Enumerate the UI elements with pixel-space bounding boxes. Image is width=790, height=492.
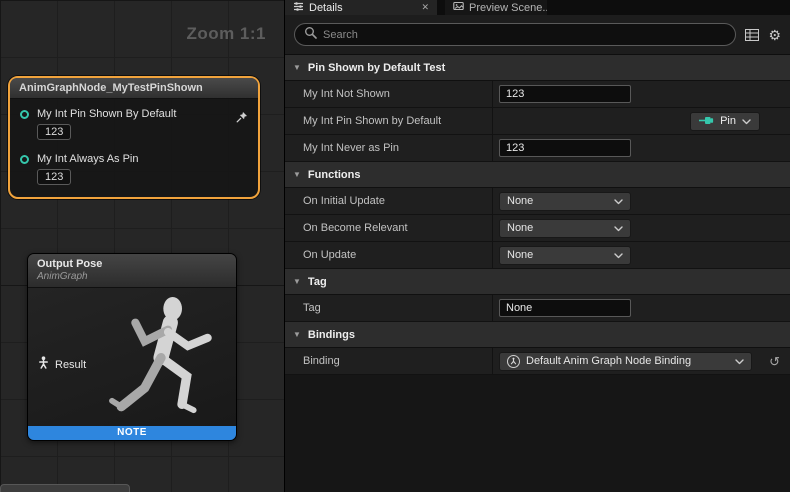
- node-subtitle: AnimGraph: [37, 271, 227, 282]
- view-options-grid-icon[interactable]: [745, 29, 759, 41]
- section-tag[interactable]: ▼ Tag: [285, 269, 790, 295]
- property-value-cell: None: [492, 242, 790, 268]
- tab-bar: Details ✕ Preview Scene...: [285, 0, 790, 15]
- gear-icon[interactable]: ⚙: [768, 28, 781, 42]
- pin-row: My Int Pin Shown By Default 123: [18, 108, 250, 140]
- node-header[interactable]: Output Pose AnimGraph: [28, 254, 236, 288]
- property-label: My Int Not Shown: [285, 88, 492, 100]
- property-value-cell: [492, 295, 790, 321]
- on-update-dropdown[interactable]: None: [499, 246, 631, 265]
- on-initial-update-dropdown[interactable]: None: [499, 192, 631, 211]
- property-label: My Int Never as Pin: [285, 142, 492, 154]
- result-pin-label: Result: [55, 359, 86, 371]
- chevron-down-icon: [735, 352, 744, 370]
- pin-icon: [699, 112, 714, 130]
- mannequin-figure-image: [97, 290, 232, 435]
- tab-details[interactable]: Details ✕: [285, 0, 437, 15]
- chevron-down-icon: ▼: [293, 277, 301, 286]
- property-value-cell: None: [492, 188, 790, 214]
- my-int-not-shown-input[interactable]: [499, 85, 631, 103]
- section-bindings[interactable]: ▼ Bindings: [285, 322, 790, 348]
- row-tag: Tag: [285, 295, 790, 322]
- row-my-int-pin-shown-by-default: My Int Pin Shown by Default Pin: [285, 108, 790, 135]
- pin-toggle-label: Pin: [720, 115, 736, 127]
- chevron-down-icon: [614, 192, 623, 210]
- row-my-int-not-shown: My Int Not Shown: [285, 81, 790, 108]
- chevron-down-icon: ▼: [293, 170, 301, 179]
- property-label: Binding: [285, 355, 492, 367]
- row-binding: Binding Default Anim Graph Node Binding: [285, 348, 790, 375]
- chevron-down-icon: ▼: [293, 330, 301, 339]
- zoom-level-label: Zoom 1:1: [186, 24, 266, 44]
- tab-preview-scene[interactable]: Preview Scene...: [445, 0, 547, 15]
- property-value-cell: Default Anim Graph Node Binding ↺: [492, 348, 790, 374]
- row-on-update: On Update None: [285, 242, 790, 269]
- chevron-down-icon: [742, 112, 751, 130]
- int-input-pin[interactable]: [20, 155, 29, 164]
- my-int-never-as-pin-input[interactable]: [499, 139, 631, 157]
- int-input-pin[interactable]: [20, 110, 29, 119]
- pin-row: My Int Always As Pin 123: [18, 153, 250, 185]
- row-on-become-relevant: On Become Relevant None: [285, 215, 790, 242]
- result-pin-row: Result: [38, 356, 86, 374]
- node-body: My Int Pin Shown By Default 123 My Int A…: [10, 99, 258, 197]
- unreal-editor-window: Zoom 1:1 AnimGraphNode_MyTestPinShown My…: [0, 0, 790, 492]
- property-label: On Become Relevant: [285, 222, 492, 234]
- property-value-cell: [492, 135, 790, 161]
- node-title[interactable]: AnimGraphNode_MyTestPinShown: [10, 78, 258, 99]
- chevron-down-icon: ▼: [293, 63, 301, 72]
- property-label: On Update: [285, 249, 492, 261]
- node-animgraphnode-mytestpinshown[interactable]: AnimGraphNode_MyTestPinShown My Int Pin …: [8, 76, 260, 199]
- tab-label: Details: [309, 2, 343, 14]
- binding-icon: [507, 355, 520, 368]
- pin-value-box[interactable]: 123: [37, 169, 71, 185]
- partial-node-offscreen[interactable]: [0, 484, 130, 492]
- binding-dropdown[interactable]: Default Anim Graph Node Binding: [499, 352, 752, 371]
- pin-toggle-dropdown[interactable]: Pin: [690, 112, 760, 131]
- animgraph-canvas[interactable]: Zoom 1:1 AnimGraphNode_MyTestPinShown My…: [0, 0, 285, 492]
- revert-binding-icon[interactable]: ↺: [769, 355, 780, 368]
- chevron-down-icon: [614, 246, 623, 264]
- pin-label: My Int Pin Shown By Default: [37, 108, 176, 120]
- pin-value-box[interactable]: 123: [37, 124, 71, 140]
- property-label: Tag: [285, 302, 492, 314]
- note-banner: NOTE: [28, 426, 236, 440]
- property-label: My Int Pin Shown by Default: [285, 115, 492, 127]
- property-value-cell: Pin: [492, 108, 790, 134]
- node-body: Result NOTE: [28, 288, 236, 440]
- close-icon[interactable]: ✕: [421, 3, 429, 12]
- property-list: ▼ Pin Shown by Default Test My Int Not S…: [285, 55, 790, 492]
- details-tab-icon: [293, 1, 304, 15]
- details-panel: Details ✕ Preview Scene...: [285, 0, 790, 492]
- property-value-cell: [492, 81, 790, 107]
- tab-label: Preview Scene...: [469, 2, 547, 14]
- chevron-down-icon: [614, 219, 623, 237]
- section-pin-shown-by-default-test[interactable]: ▼ Pin Shown by Default Test: [285, 55, 790, 81]
- section-functions[interactable]: ▼ Functions: [285, 162, 790, 188]
- search-box[interactable]: [294, 23, 736, 46]
- search-input[interactable]: [323, 29, 726, 41]
- pushpin-icon[interactable]: [236, 110, 248, 128]
- pin-label: My Int Always As Pin: [37, 153, 138, 165]
- pose-pin-icon[interactable]: [38, 356, 49, 374]
- details-toolbar: ⚙: [285, 15, 790, 55]
- node-title: Output Pose: [37, 258, 227, 270]
- row-on-initial-update: On Initial Update None: [285, 188, 790, 215]
- property-value-cell: None: [492, 215, 790, 241]
- on-become-relevant-dropdown[interactable]: None: [499, 219, 631, 238]
- node-output-pose[interactable]: Output Pose AnimGraph: [27, 253, 237, 441]
- row-my-int-never-as-pin: My Int Never as Pin: [285, 135, 790, 162]
- tag-input[interactable]: [499, 299, 631, 317]
- property-label: On Initial Update: [285, 195, 492, 207]
- search-icon: [304, 26, 317, 44]
- preview-scene-tab-icon: [453, 1, 464, 15]
